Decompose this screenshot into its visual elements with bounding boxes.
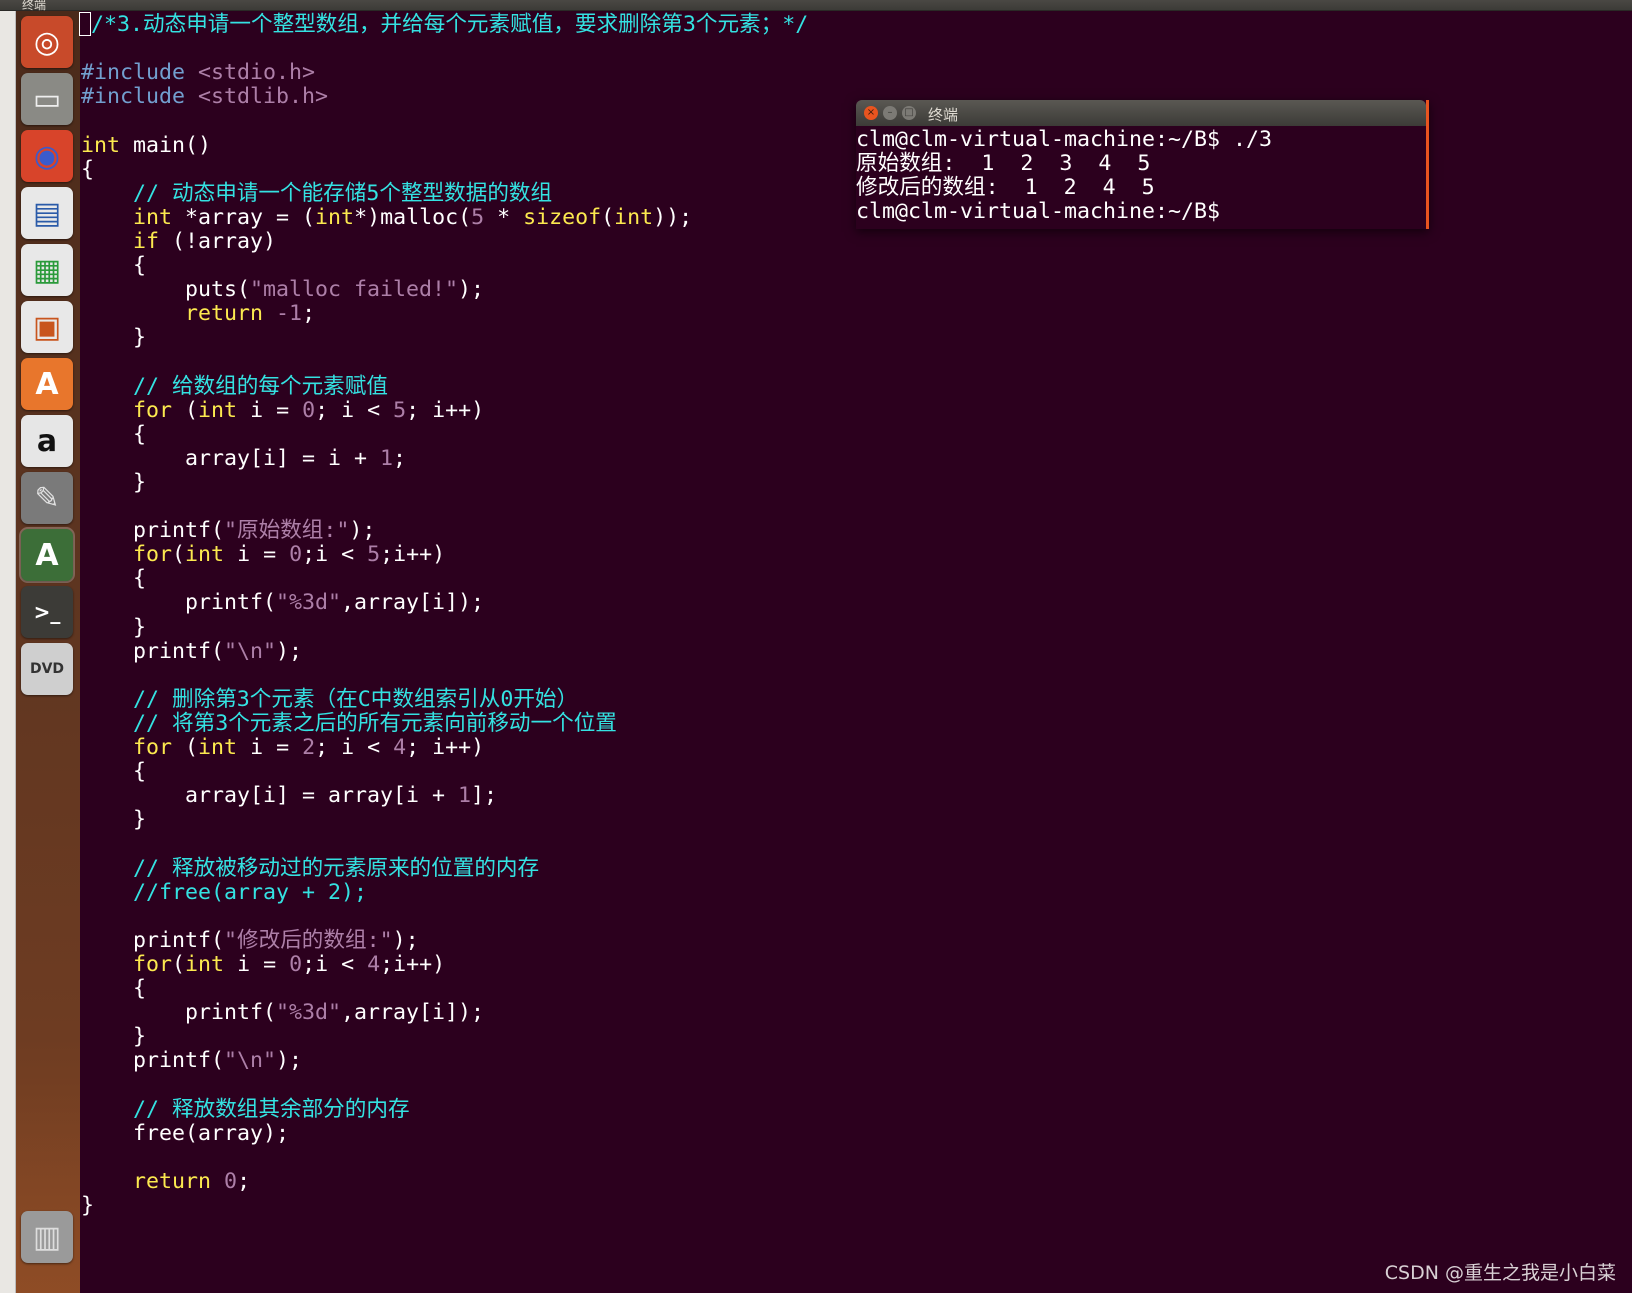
code-line: } bbox=[81, 807, 147, 833]
watermark: CSDN @重生之我是小白菜 bbox=[1384, 1262, 1616, 1284]
code-line: /*3.动态申请一个整型数组，并给每个元素赋值，要求删除第3个元素；*/ bbox=[79, 12, 808, 37]
code-line: // 将第3个元素之后的所有元素向前移动一个位置 bbox=[81, 710, 617, 736]
text-cursor bbox=[79, 12, 91, 36]
code-line: free(array); bbox=[81, 1120, 290, 1146]
dash-home-icon[interactable]: ◎ bbox=[21, 16, 73, 68]
software-updater-icon[interactable]: A bbox=[19, 527, 75, 583]
amazon-icon[interactable]: a bbox=[21, 415, 73, 467]
close-icon[interactable]: × bbox=[864, 106, 878, 120]
top-menu-bar: 终端 bbox=[0, 0, 1632, 12]
code-line: printf("\n"); bbox=[81, 638, 303, 664]
code-line: // 给数组的每个元素赋值 bbox=[81, 373, 388, 399]
software-center-icon[interactable]: A bbox=[21, 358, 73, 410]
firefox-icon[interactable]: ◉ bbox=[21, 130, 73, 182]
libreoffice-calc-icon[interactable]: ▦ bbox=[21, 244, 73, 296]
libreoffice-impress-icon[interactable]: ▣ bbox=[21, 301, 73, 353]
code-line: } bbox=[81, 614, 147, 640]
code-line: array[i] = i + 1; bbox=[81, 445, 407, 471]
terminal-titlebar[interactable]: × – □ 终端 bbox=[856, 100, 1426, 126]
unity-launcher: ◎ ▭ ◉ ▤ ▦ ▣ Aa ✎ A >_ DVD ▥ bbox=[16, 11, 80, 1293]
terminal-line: 原始数组: 1 2 3 4 5 bbox=[856, 151, 1151, 176]
code-line: #include <stdio.h> bbox=[81, 60, 316, 86]
code-line: } bbox=[81, 1192, 95, 1218]
code-line: for(int i = 0;i < 4;i++) bbox=[133, 951, 446, 977]
code-line: int *array = (int*)malloc(5 * sizeof(int… bbox=[133, 204, 693, 230]
code-line: printf("%3d",array[i]); bbox=[81, 590, 485, 616]
terminal-title: 终端 bbox=[928, 106, 959, 124]
code-line: for(int i = 0;i < 5;i++) bbox=[133, 542, 446, 568]
dvd-icon[interactable]: DVD bbox=[21, 643, 73, 695]
code-line: // 释放被移动过的元素原来的位置的内存 bbox=[81, 855, 540, 881]
code-line: { bbox=[81, 253, 147, 278]
code-line: } bbox=[81, 1024, 147, 1050]
code-line: } bbox=[81, 325, 147, 351]
code-line: printf("%3d",array[i]); bbox=[81, 1000, 485, 1026]
minimize-icon[interactable]: – bbox=[883, 106, 897, 120]
code-line: //free(array + 2); bbox=[81, 879, 368, 905]
code-line: // 动态申请一个能存储5个整型数据的数组 bbox=[81, 180, 553, 206]
code-line: } bbox=[81, 469, 147, 495]
code-line: return 0; bbox=[133, 1168, 251, 1194]
code-line: { bbox=[81, 156, 95, 182]
libreoffice-writer-icon[interactable]: ▤ bbox=[21, 187, 73, 239]
left-edge-strip bbox=[0, 11, 16, 1293]
code-line: puts("malloc failed!"); bbox=[81, 277, 485, 303]
files-icon[interactable]: ▭ bbox=[21, 73, 73, 125]
code-line: printf("\n"); bbox=[81, 1048, 303, 1074]
code-line: { bbox=[81, 759, 147, 785]
code-line: if (!array) bbox=[133, 228, 277, 254]
code-line: { bbox=[81, 976, 147, 1001]
code-line: int main() bbox=[81, 132, 212, 158]
trash-icon[interactable]: ▥ bbox=[21, 1211, 73, 1263]
code-line: printf("修改后的数组:"); bbox=[81, 927, 419, 953]
maximize-icon[interactable]: □ bbox=[902, 106, 916, 120]
code-line: return -1; bbox=[185, 301, 316, 327]
code-line: #include <stdlib.h> bbox=[81, 84, 329, 110]
terminal-line: clm@clm-virtual-machine:~/B$ ./3 bbox=[856, 127, 1273, 152]
code-line: printf("原始数组:"); bbox=[81, 518, 376, 544]
code-line: { bbox=[81, 566, 147, 592]
terminal-line: 修改后的数组: 1 2 4 5 bbox=[856, 175, 1155, 200]
code-line: for (int i = 2; i < 4; i++) bbox=[133, 735, 485, 760]
code-line: // 释放数组其余部分的内存 bbox=[81, 1096, 410, 1122]
code-line: // 删除第3个元素（在C中数组索引从0开始） bbox=[81, 686, 579, 712]
launcher-shade bbox=[16, 1093, 80, 1293]
terminal-line: clm@clm-virtual-machine:~/B$ bbox=[856, 199, 1221, 224]
code-line: { bbox=[81, 421, 147, 447]
system-settings-icon[interactable]: ✎ bbox=[21, 472, 73, 524]
code-line: array[i] = array[i + 1]; bbox=[81, 783, 498, 809]
code-line: for (int i = 0; i < 5; i++) bbox=[133, 397, 485, 423]
terminal-window[interactable]: × – □ 终端 clm@clm-virtual-machine:~/B$ ./… bbox=[856, 100, 1429, 229]
terminal-icon[interactable]: >_ bbox=[21, 586, 73, 638]
